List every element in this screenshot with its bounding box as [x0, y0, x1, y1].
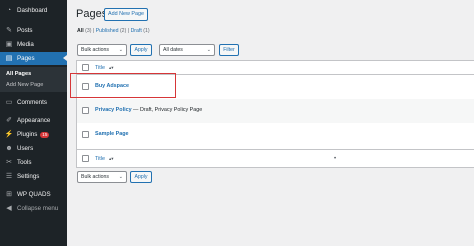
table-row: Sample Page [77, 123, 474, 147]
sidebar-item-settings[interactable]: ☰ Settings [0, 170, 67, 183]
sidebar-item-appearance[interactable]: ✐ Appearance [0, 114, 67, 127]
gauge-icon: ◔ [6, 7, 12, 14]
media-icon: ▣ [5, 41, 13, 48]
page-title-link[interactable]: Privacy Policy [95, 107, 132, 113]
sort-icon[interactable]: ▴▾ [109, 156, 114, 162]
sort-icon[interactable]: ▴▾ [109, 65, 114, 71]
current-indicator [63, 55, 67, 61]
collapse-menu-button[interactable]: ◀ Collapse menu [0, 202, 67, 215]
filter-all-count: (3) [85, 28, 92, 34]
brush-icon: ✐ [6, 117, 12, 124]
apply-button-bottom[interactable]: Apply [130, 171, 152, 183]
update-count-badge: 15 [40, 131, 50, 138]
sidebar-item-label: Plugins [17, 131, 38, 138]
plugin-icon: ⚡ [4, 131, 14, 138]
status-filters: All (3) | Published (2) | Draft (1) [77, 28, 150, 34]
sidebar-item-label: Appearance [17, 117, 51, 124]
sidebar-item-plugins[interactable]: ⚡ Plugins 15 [0, 128, 67, 141]
filter-draft[interactable]: Draft [131, 28, 142, 34]
filter-draft-count: (1) [143, 28, 150, 34]
sidebar-item-pages[interactable]: ▤ Pages [0, 52, 67, 65]
filter-separator: | [92, 28, 95, 34]
sliders-icon: ☰ [5, 173, 13, 180]
quads-icon: ⊞ [6, 191, 12, 198]
submenu-add-new-page[interactable]: Add New Page [6, 82, 43, 88]
page-title: Pages [76, 8, 108, 20]
bulk-actions-select-top[interactable]: Bulk actions ⌄ [77, 44, 127, 56]
collapse-icon: ◀ [6, 205, 12, 212]
filter-all[interactable]: All [77, 28, 84, 34]
sidebar-item-label: WP QUADS [17, 191, 51, 198]
row-checkbox[interactable] [82, 107, 89, 114]
sidebar-item-label: Users [17, 145, 34, 152]
sidebar-item-label: Media [17, 41, 34, 48]
comment-icon: ▭ [5, 99, 13, 106]
add-new-page-button[interactable]: Add New Page [104, 8, 148, 21]
chevron-down-icon: ⌄ [118, 47, 123, 53]
sidebar-item-users[interactable]: ☻ Users [0, 142, 67, 155]
sidebar-item-label: Tools [17, 159, 32, 166]
select-all-checkbox[interactable] [82, 64, 89, 71]
sidebar-item-dashboard[interactable]: ◔ Dashboard [0, 4, 67, 17]
sidebar-item-posts[interactable]: ✎ Posts [0, 24, 67, 37]
wrench-icon: ✂ [6, 159, 12, 166]
column-title-footer[interactable]: Title [95, 156, 105, 162]
post-state-label: — Draft, Privacy Policy Page [131, 107, 203, 113]
sidebar-item-label: Comments [17, 99, 47, 106]
filter-separator: | [127, 28, 130, 34]
highlight-box [70, 73, 176, 98]
submenu-all-pages[interactable]: All Pages [6, 71, 31, 77]
pages-submenu: All Pages Add New Page [0, 67, 67, 92]
sidebar-item-label: Dashboard [17, 7, 48, 14]
page-title-link[interactable]: Sample Page [95, 131, 129, 137]
cursor-dot: • [334, 156, 337, 162]
users-icon: ☻ [5, 145, 13, 152]
apply-button-top[interactable]: Apply [130, 44, 152, 56]
sidebar-item-label: Collapse menu [17, 205, 59, 212]
page-icon: ▤ [5, 55, 13, 62]
page-title-cell: Privacy Policy — Draft, Privacy Policy P… [95, 107, 202, 113]
sidebar-item-media[interactable]: ▣ Media [0, 38, 67, 51]
pin-icon: ✎ [6, 27, 12, 34]
bulk-actions-value: Bulk actions [81, 47, 109, 53]
chevron-down-icon: ⌄ [118, 174, 123, 180]
filter-published-count: (2) [119, 28, 127, 34]
column-title-header[interactable]: Title [95, 65, 105, 71]
filter-button[interactable]: Filter [219, 44, 239, 56]
sidebar-item-label: Pages [17, 55, 35, 62]
bulk-actions-value: Bulk actions [81, 174, 109, 180]
bulk-actions-select-bottom[interactable]: Bulk actions ⌄ [77, 171, 127, 183]
sidebar-item-comments[interactable]: ▭ Comments [0, 96, 67, 109]
table-footer-row: Title ▴▾ • [77, 149, 474, 168]
sidebar-item-label: Settings [17, 173, 40, 180]
select-all-checkbox-footer[interactable] [82, 155, 89, 162]
row-checkbox[interactable] [82, 131, 89, 138]
chevron-down-icon: ⌄ [206, 47, 211, 53]
date-filter-value: All dates [163, 47, 183, 53]
sidebar-item-label: Posts [17, 27, 33, 34]
sidebar-item-tools[interactable]: ✂ Tools [0, 156, 67, 169]
sidebar-item-wp-quads[interactable]: ⊞ WP QUADS [0, 188, 67, 201]
date-filter-select[interactable]: All dates ⌄ [159, 44, 215, 56]
admin-sidebar: ◔ Dashboard ✎ Posts ▣ Media ▤ Pages All … [0, 0, 67, 246]
table-row: Privacy Policy — Draft, Privacy Policy P… [77, 99, 474, 123]
filter-published[interactable]: Published [96, 28, 119, 34]
